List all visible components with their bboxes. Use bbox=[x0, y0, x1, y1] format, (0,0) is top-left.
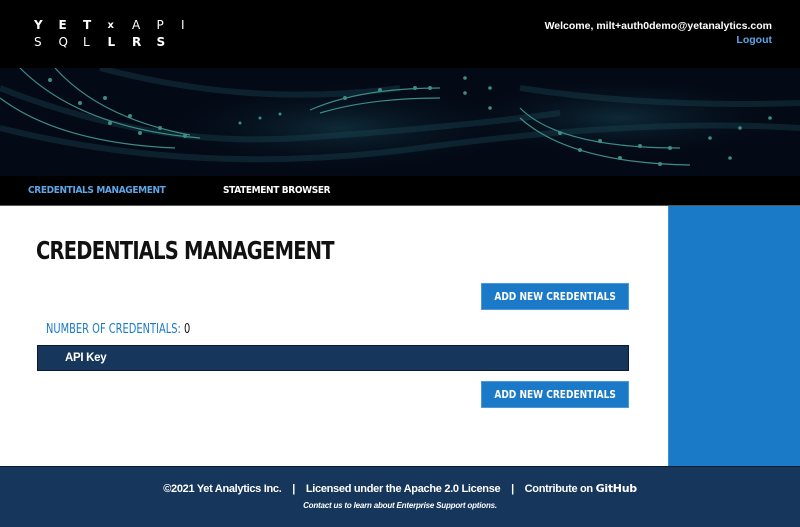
logo-letter: x bbox=[107, 20, 114, 31]
logo-row-2: S Q L L R S bbox=[34, 34, 206, 51]
logo-letter: L bbox=[107, 35, 116, 49]
count-value: 0 bbox=[183, 322, 191, 337]
user-panel: Welcome, milt+auth0demo@yetanalytics.com… bbox=[545, 19, 772, 47]
add-new-credentials-button-top[interactable]: ADD NEW CREDENTIALS bbox=[481, 283, 629, 310]
page-footer: ©2021 Yet Analytics Inc. | Licensed unde… bbox=[0, 466, 800, 527]
footer-separator: | bbox=[292, 483, 296, 495]
count-label: NUMBER OF CREDENTIALS: bbox=[46, 322, 181, 337]
welcome-text: Welcome, milt+auth0demo@yetanalytics.com bbox=[544, 20, 772, 32]
button-label: ADD NEW CREDENTIALS bbox=[494, 388, 616, 401]
data-wave-graphic bbox=[0, 68, 800, 176]
button-label: ADD NEW CREDENTIALS bbox=[494, 290, 616, 303]
tab-statement-browser[interactable]: STATEMENT BROWSER bbox=[223, 185, 331, 196]
credentials-table-header: API Key bbox=[37, 345, 629, 371]
page-title: CREDENTIALS MANAGEMENT bbox=[36, 236, 335, 265]
contribute-text: Contribute on bbox=[524, 483, 594, 495]
credentials-page: CREDENTIALS MANAGEMENT ADD NEW CREDENTIA… bbox=[0, 206, 668, 466]
logo-letter: E bbox=[58, 18, 67, 32]
footer-separator: | bbox=[511, 483, 514, 495]
enterprise-support-link[interactable]: Contact us to learn about Enterprise Sup… bbox=[0, 501, 800, 510]
yet-sql-lrs-logo[interactable]: Y E T x A P I S Q L L R S bbox=[34, 17, 206, 51]
logo-letter: S bbox=[156, 35, 166, 49]
logo-letter: S bbox=[34, 35, 42, 49]
column-header-api-key: API Key bbox=[65, 352, 107, 364]
logo-letter: L bbox=[83, 35, 90, 49]
logo-letter: R bbox=[132, 35, 142, 49]
logo-letter: Q bbox=[58, 35, 68, 49]
logo-letter: I bbox=[181, 18, 185, 32]
credentials-count: NUMBER OF CREDENTIALS: 0 bbox=[46, 322, 190, 337]
hero-banner bbox=[0, 68, 800, 176]
logo-letter: P bbox=[156, 18, 164, 32]
add-new-credentials-button-bottom[interactable]: ADD NEW CREDENTIALS bbox=[481, 381, 629, 408]
app-header: Y E T x A P I S Q L L R S Welcome, milt+… bbox=[0, 0, 800, 68]
logo-row-1: Y E T x A P I bbox=[34, 17, 206, 34]
footer-links: ©2021 Yet Analytics Inc. | Licensed unde… bbox=[0, 482, 800, 495]
logo-letter: A bbox=[132, 18, 141, 32]
tab-credentials-management[interactable]: CREDENTIALS MANAGEMENT bbox=[28, 185, 166, 196]
github-link[interactable]: GitHub bbox=[596, 482, 637, 495]
right-sidebar-panel bbox=[668, 206, 800, 466]
logo-letter: T bbox=[83, 18, 92, 32]
copyright-text: ©2021 Yet Analytics Inc. bbox=[163, 483, 282, 495]
logout-link[interactable]: Logout bbox=[736, 33, 772, 47]
logo-letter: Y bbox=[34, 18, 43, 32]
license-link[interactable]: Licensed under the Apache 2.0 License bbox=[306, 483, 501, 495]
main-nav: CREDENTIALS MANAGEMENT STATEMENT BROWSER bbox=[0, 176, 800, 206]
